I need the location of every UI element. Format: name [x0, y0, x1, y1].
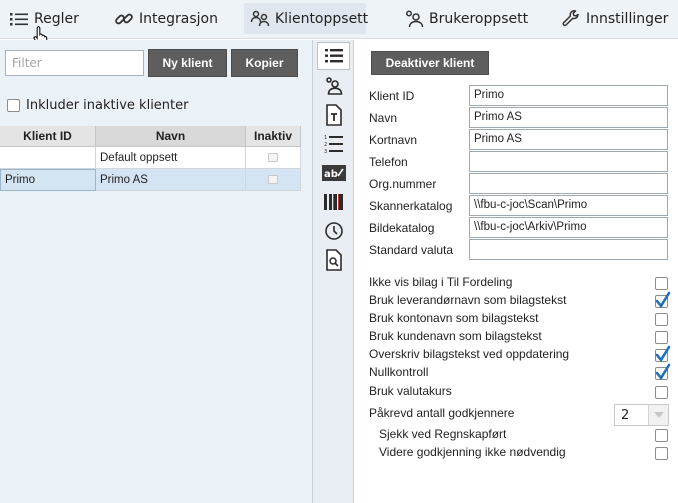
- field-label-kortnavn: Kortnavn: [369, 133, 418, 147]
- cell-inactive: [246, 147, 301, 169]
- users-icon: [404, 9, 424, 29]
- nav-label: Innstillinger: [586, 10, 669, 27]
- chevron-down-icon: [648, 405, 668, 425]
- field-label-klient-id: Klient ID: [369, 89, 415, 103]
- option-checkbox[interactable]: [655, 331, 668, 344]
- approvers-label: Påkrevd antall godkjennere: [369, 406, 515, 420]
- option-label: Bruk leverandørnavn som bilagstekst: [369, 293, 567, 307]
- include-inactive-checkbox[interactable]: [7, 99, 20, 112]
- option-label: Ikke vis bilag i Til Fordeling: [369, 275, 513, 289]
- field-label-navn: Navn: [369, 111, 398, 125]
- top-navigation: Regler Integrasjon Klientoppsett Brukero…: [0, 0, 678, 47]
- cell-client-name: Primo AS: [96, 169, 246, 191]
- column-header-navn[interactable]: Navn: [96, 126, 246, 146]
- client-grid: Klient ID Navn Inaktiv Default oppsett P…: [0, 126, 301, 191]
- option-checkbox[interactable]: [655, 447, 668, 460]
- include-inactive-label: Inkluder inaktive klienter: [26, 98, 189, 113]
- option-label: Sjekk ved Regnskapført: [379, 427, 507, 441]
- numbered-list-icon[interactable]: 123: [317, 130, 350, 158]
- option-checkbox[interactable]: [655, 363, 671, 381]
- field-label-standard-valuta: Standard valuta: [369, 243, 454, 257]
- cell-inactive: [246, 169, 301, 191]
- cell-client-id: Primo: [0, 169, 96, 191]
- org-number-field[interactable]: [469, 173, 668, 194]
- list-detail-icon[interactable]: [317, 42, 350, 70]
- nav-label: Brukeroppsett: [429, 10, 529, 27]
- option-checkbox[interactable]: [655, 345, 671, 363]
- checkmark-icon: [655, 363, 671, 381]
- short-name-field[interactable]: Primo AS: [469, 129, 668, 150]
- inactive-checkbox[interactable]: [268, 153, 278, 162]
- spellcheck-icon[interactable]: ab: [317, 159, 350, 187]
- client-list-panel: Ny klient Kopier Inkluder inaktive klien…: [0, 40, 312, 503]
- nav-item-integrasjon[interactable]: Integrasjon: [108, 3, 224, 34]
- include-inactive-row[interactable]: Inkluder inaktive klienter: [7, 98, 189, 113]
- list-icon: [9, 9, 29, 29]
- nav-label: Klientoppsett: [275, 10, 369, 27]
- nav-item-innstillinger[interactable]: Innstillinger: [555, 3, 674, 34]
- filter-input[interactable]: [5, 50, 144, 76]
- copy-button[interactable]: Kopier: [231, 49, 298, 77]
- option-checkbox[interactable]: [655, 313, 668, 326]
- client-details-panel: Deaktiver klient Klient ID Primo Navn Pr…: [355, 40, 678, 503]
- checkmark-icon: [655, 345, 671, 363]
- document-text-icon[interactable]: [317, 101, 350, 129]
- svg-text:3: 3: [324, 149, 327, 154]
- svg-text:ab: ab: [324, 169, 338, 180]
- cell-client-id: [0, 147, 96, 169]
- inactive-checkbox[interactable]: [268, 175, 278, 184]
- client-user-icon[interactable]: [317, 72, 350, 100]
- section-toolbar: 123 ab: [312, 40, 354, 503]
- option-label: Bruk valutakurs: [369, 384, 452, 398]
- field-label-skannerkatalog: Skannerkatalog: [369, 199, 453, 213]
- option-checkbox[interactable]: [655, 386, 668, 399]
- new-client-button[interactable]: Ny klient: [148, 49, 227, 77]
- column-header-inaktiv[interactable]: Inaktiv: [246, 126, 301, 146]
- field-label-orgnummer: Org.nummer: [369, 177, 437, 191]
- clients-icon: [250, 9, 270, 29]
- approvers-select[interactable]: 2: [614, 404, 669, 426]
- option-checkbox[interactable]: [655, 429, 668, 442]
- clock-icon[interactable]: [317, 217, 350, 245]
- name-field[interactable]: Primo AS: [469, 107, 668, 128]
- table-row[interactable]: Primo Primo AS: [0, 169, 301, 191]
- checkmark-icon: [655, 291, 671, 309]
- document-search-icon[interactable]: [317, 246, 350, 274]
- nav-item-brukeroppsett[interactable]: Brukeroppsett: [398, 3, 534, 34]
- option-checkbox[interactable]: [655, 291, 671, 309]
- svg-text:1: 1: [324, 135, 327, 141]
- option-label: Bruk kundenavn som bilagstekst: [369, 329, 542, 343]
- option-label: Bruk kontonavn som bilagstekst: [369, 311, 539, 325]
- option-label: Videre godkjenning ikke nødvendig: [379, 445, 566, 459]
- table-row[interactable]: Default oppsett: [0, 147, 301, 169]
- barcode-icon[interactable]: [317, 188, 350, 216]
- deactivate-client-button[interactable]: Deaktiver klient: [371, 51, 489, 75]
- option-label: Overskriv bilagstekst ved oppdatering: [369, 347, 570, 361]
- option-label: Nullkontroll: [369, 365, 429, 379]
- phone-field[interactable]: [469, 151, 668, 172]
- nav-item-klientoppsett[interactable]: Klientoppsett: [244, 3, 369, 34]
- field-label-telefon: Telefon: [369, 155, 408, 169]
- field-label-bildekatalog: Bildekatalog: [369, 221, 435, 235]
- option-checkbox[interactable]: [655, 277, 668, 290]
- svg-text:2: 2: [324, 142, 327, 148]
- wrench-icon: [561, 9, 581, 29]
- default-currency-field[interactable]: [469, 239, 668, 260]
- image-folder-field[interactable]: \\fbu-c-joc\Arkiv\Primo: [469, 217, 668, 238]
- nav-label: Integrasjon: [139, 10, 218, 27]
- column-header-klient-id[interactable]: Klient ID: [0, 126, 96, 146]
- cell-client-name: Default oppsett: [96, 147, 246, 169]
- approvers-value: 2: [621, 407, 630, 423]
- client-id-field[interactable]: Primo: [469, 85, 668, 106]
- link-icon: [114, 9, 134, 29]
- grid-header: Klient ID Navn Inaktiv: [0, 126, 301, 147]
- scanner-folder-field[interactable]: \\fbu-c-joc\Scan\Primo: [469, 195, 668, 216]
